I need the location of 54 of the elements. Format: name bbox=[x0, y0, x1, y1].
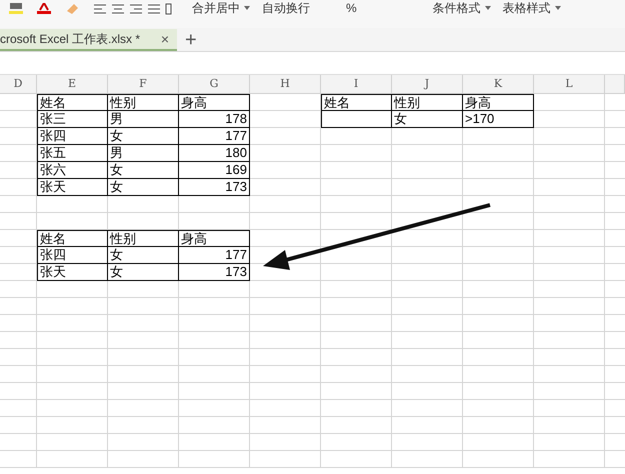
column-header[interactable]: E bbox=[37, 75, 108, 94]
column-header[interactable]: G bbox=[179, 75, 250, 94]
table-cell: 女 bbox=[108, 247, 179, 264]
toolbar-button[interactable]: % bbox=[342, 1, 361, 15]
align-icon[interactable] bbox=[92, 3, 172, 15]
table-cell: 173 bbox=[179, 179, 250, 196]
table-cell: 169 bbox=[179, 162, 250, 179]
column-header[interactable]: K bbox=[463, 75, 534, 94]
table-cell bbox=[321, 111, 392, 128]
table-cell: 男 bbox=[108, 111, 179, 128]
table-cell: 男 bbox=[108, 145, 179, 162]
column-header[interactable]: F bbox=[108, 75, 179, 94]
table-cell: 女 bbox=[108, 179, 179, 196]
tab-title: crosoft Excel 工作表.xlsx * bbox=[0, 31, 140, 48]
toolbar-button[interactable]: 条件格式 bbox=[428, 1, 495, 15]
close-tab-button[interactable]: × bbox=[160, 32, 169, 46]
table-cell: 张六 bbox=[37, 162, 108, 179]
column-header[interactable]: J bbox=[392, 75, 463, 94]
table-cell: 女 bbox=[108, 264, 179, 281]
table-cell: 177 bbox=[179, 128, 250, 145]
table-cell: 性别 bbox=[108, 230, 179, 247]
fill-color-icon[interactable] bbox=[8, 3, 24, 15]
column-header[interactable]: D bbox=[0, 75, 37, 94]
toolbar-button[interactable]: 合并居中 bbox=[188, 1, 254, 15]
table-cell: 张天 bbox=[37, 264, 108, 281]
table-cell: 张五 bbox=[37, 145, 108, 162]
table-cell: 张四 bbox=[37, 247, 108, 264]
table-cell: 姓名 bbox=[37, 230, 108, 247]
table-cell: >170 bbox=[463, 111, 534, 128]
toolbar-button[interactable]: 表格样式 bbox=[498, 1, 565, 15]
table-cell: 女 bbox=[108, 162, 179, 179]
table-cell: 女 bbox=[108, 128, 179, 145]
column-header[interactable]: I bbox=[321, 75, 392, 94]
table-cell: 177 bbox=[179, 247, 250, 264]
table-cell: 身高 bbox=[179, 94, 250, 111]
table-cell: 性别 bbox=[392, 94, 463, 111]
table-cell: 姓名 bbox=[37, 94, 108, 111]
table-cell: 姓名 bbox=[321, 94, 392, 111]
column-header[interactable]: H bbox=[250, 75, 321, 94]
table-cell: 173 bbox=[179, 264, 250, 281]
column-header[interactable]: L bbox=[534, 75, 605, 94]
table-cell: 女 bbox=[392, 111, 463, 128]
table-cell: 张天 bbox=[37, 179, 108, 196]
table-cell: 身高 bbox=[179, 230, 250, 247]
toolbar-button[interactable]: 自动换行 bbox=[258, 1, 314, 15]
table-cell: 张三 bbox=[37, 111, 108, 128]
document-tab[interactable]: crosoft Excel 工作表.xlsx * × bbox=[0, 29, 177, 51]
table-cell: 性别 bbox=[108, 94, 179, 111]
table-cell: 张四 bbox=[37, 128, 108, 145]
table-cell: 身高 bbox=[463, 94, 534, 111]
table-cell: 178 bbox=[179, 111, 250, 128]
table-cell: 180 bbox=[179, 145, 250, 162]
new-tab-button[interactable]: + bbox=[185, 29, 197, 51]
font-color-icon[interactable] bbox=[36, 3, 52, 15]
